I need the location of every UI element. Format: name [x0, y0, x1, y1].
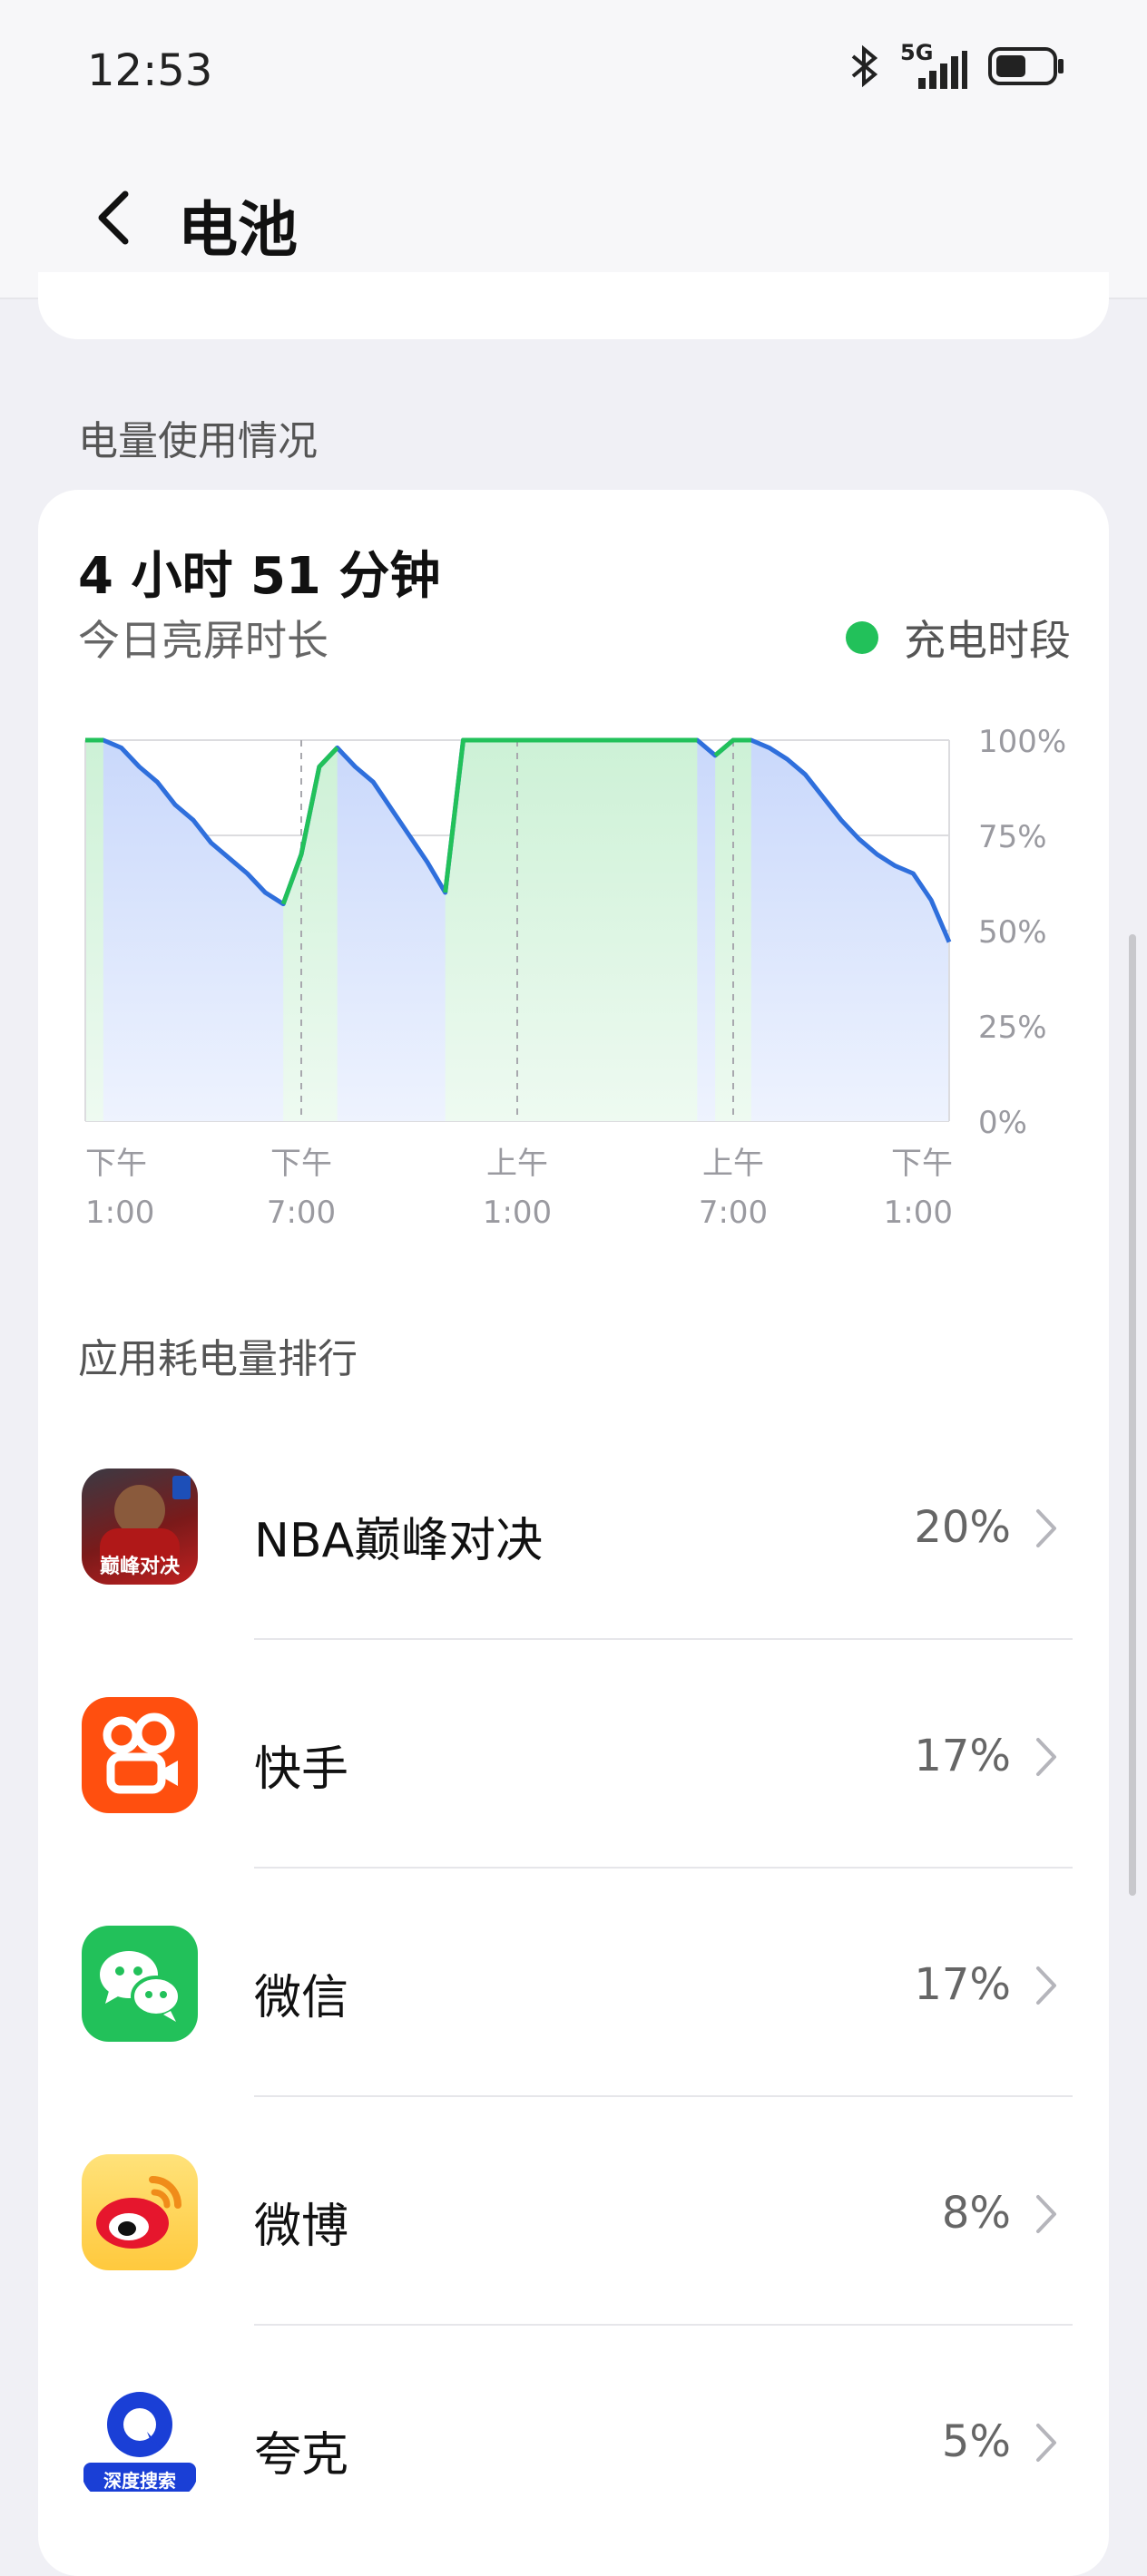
app-name: 快手 — [254, 1742, 349, 1797]
x-tick-label: 1:00 — [884, 1195, 953, 1231]
quark-icon-text: 深度搜索 — [103, 2470, 176, 2492]
screen-time-caption: 今日亮屏时长 — [78, 616, 328, 665]
y-tick-label: 100% — [978, 724, 1066, 760]
app-name: 夸克 — [254, 2428, 349, 2483]
chevron-right-icon — [1036, 1738, 1056, 1776]
bluetooth-icon — [851, 44, 878, 88]
screen-time-value: 4 小时 51 分钟 — [78, 547, 441, 606]
x-tick-label: 7:00 — [267, 1195, 336, 1231]
app-row-weibo[interactable]: 微博 8% — [38, 2097, 1109, 2326]
weibo-icon — [82, 2154, 198, 2270]
charging-area — [445, 740, 698, 1121]
x-tick-label: 下午 — [891, 1146, 953, 1182]
x-tick-label: 下午 — [270, 1146, 332, 1182]
app-row-kuaishou[interactable]: 快手 17% — [38, 1640, 1109, 1869]
chevron-right-icon — [1036, 2195, 1056, 2233]
usage-section-label: 电量使用情况 — [78, 418, 318, 464]
x-tick-label: 下午 — [85, 1146, 147, 1182]
wechat-icon — [82, 1926, 198, 2042]
charging-legend-label: 充电时段 — [904, 616, 1071, 665]
ranking-section-label: 应用耗电量排行 — [78, 1336, 358, 1382]
chart-legend: 充电时段 — [846, 608, 1071, 668]
chevron-right-icon — [1036, 1509, 1056, 1547]
x-tick-label: 1:00 — [483, 1195, 552, 1231]
x-tick-label: 7:00 — [699, 1195, 768, 1231]
y-tick-label: 75% — [978, 819, 1047, 855]
y-tick-label: 50% — [978, 914, 1047, 951]
nba-icon-text: 巅峰对决 — [99, 1556, 180, 1578]
charging-area — [85, 740, 103, 1121]
status-bar: 12:53 5G — [0, 0, 1147, 145]
y-tick-label: 25% — [978, 1010, 1047, 1046]
app-percent: 17% — [914, 1959, 1011, 2010]
battery-icon — [988, 47, 1064, 85]
x-tick-label: 1:00 — [85, 1195, 154, 1231]
nba-game-icon: 巅峰对决 — [82, 1469, 198, 1585]
app-percent: 8% — [941, 2188, 1011, 2239]
battery-chart: 100% 75% 50% 25% 0% 下午 1:00 下午 7:00 上午 1:00 上午 7:00 下… — [84, 724, 1066, 1231]
app-name: 微信 — [254, 1971, 349, 2025]
previous-card — [38, 272, 1109, 339]
chevron-right-icon — [1036, 2424, 1056, 2462]
app-row-nba[interactable]: 巅峰对决 NBA巅峰对决 20% — [38, 1411, 1109, 1640]
app-row-quark[interactable]: 深度搜索 夸克 5% — [38, 2326, 1109, 2554]
quark-icon: 深度搜索 — [82, 2383, 198, 2499]
chevron-right-icon — [1036, 1966, 1056, 2005]
app-percent: 17% — [914, 1731, 1011, 1781]
app-percent: 5% — [941, 2416, 1011, 2467]
app-name: 微博 — [254, 2200, 349, 2254]
signal-icon: 5G — [900, 40, 967, 89]
app-name: NBA巅峰对决 — [254, 1514, 544, 1568]
page-title: 电池 — [178, 195, 298, 265]
scrollbar[interactable] — [1129, 934, 1136, 1896]
x-tick-label: 上午 — [486, 1146, 548, 1182]
back-button[interactable] — [87, 181, 142, 254]
status-time: 12:53 — [87, 45, 213, 96]
kuaishou-icon — [82, 1697, 198, 1813]
app-row-wechat[interactable]: 微信 17% — [38, 1869, 1109, 2097]
y-tick-label: 0% — [978, 1105, 1027, 1141]
x-tick-label: 上午 — [702, 1146, 764, 1182]
status-icons: 5G — [849, 40, 1065, 89]
charging-legend-dot — [846, 621, 878, 654]
app-percent: 20% — [914, 1502, 1011, 1553]
